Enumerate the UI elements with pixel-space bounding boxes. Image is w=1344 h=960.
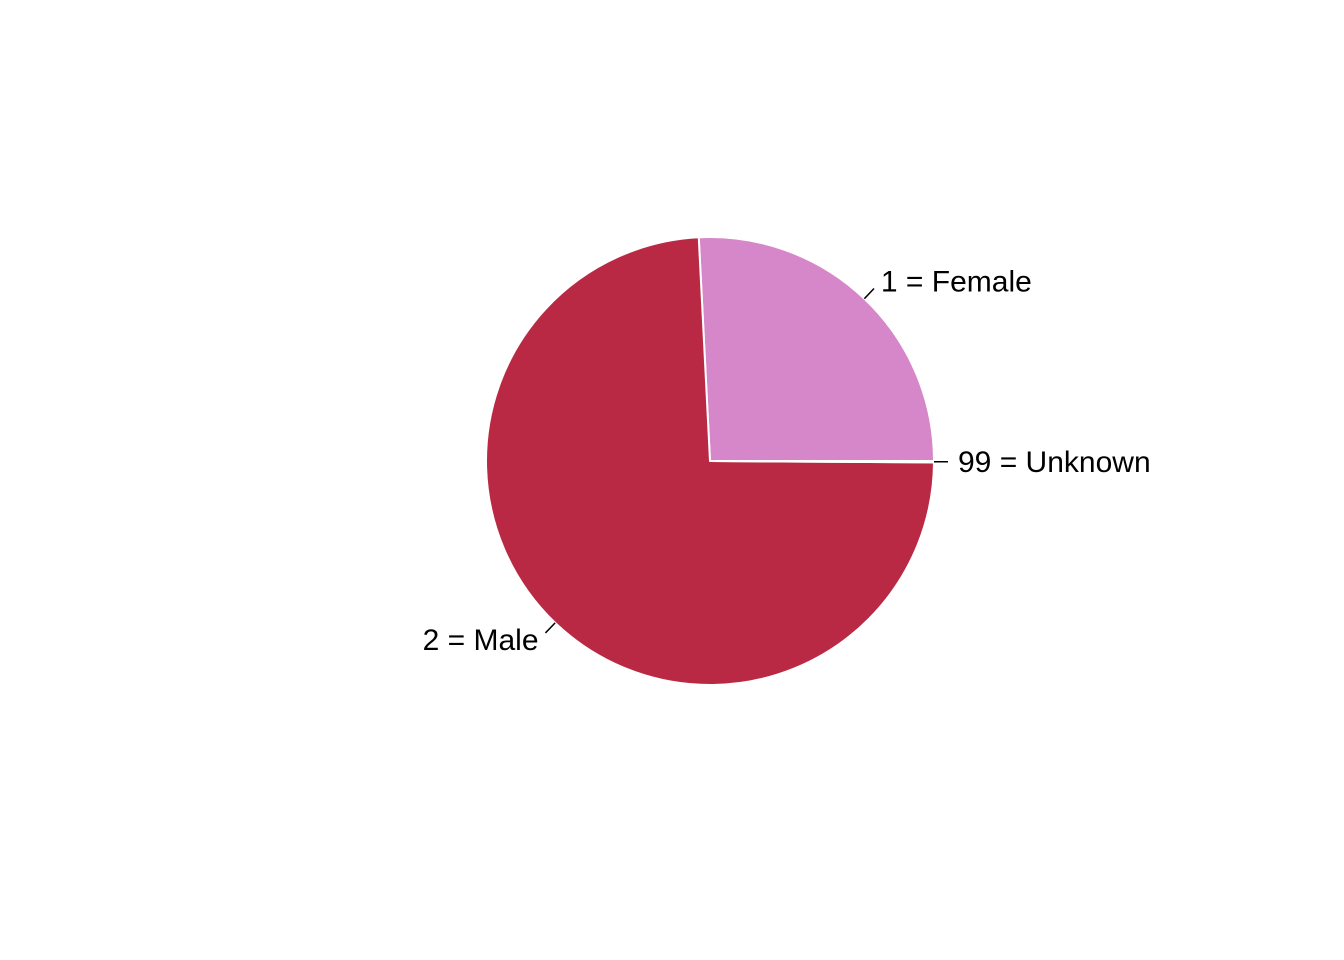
slice-label-1: 2 = Male [423,624,539,657]
leader-line-1 [544,622,556,634]
slice-label-2: 99 = Unknown [958,446,1151,479]
pie-slice-2 [709,460,936,464]
slice-label-0: 1 = Female [881,265,1032,298]
pie-slices [485,235,936,686]
pie-chart: 1 = Female 2 = Male 99 = Unknown [423,235,1151,686]
leader-line-0 [863,288,875,300]
